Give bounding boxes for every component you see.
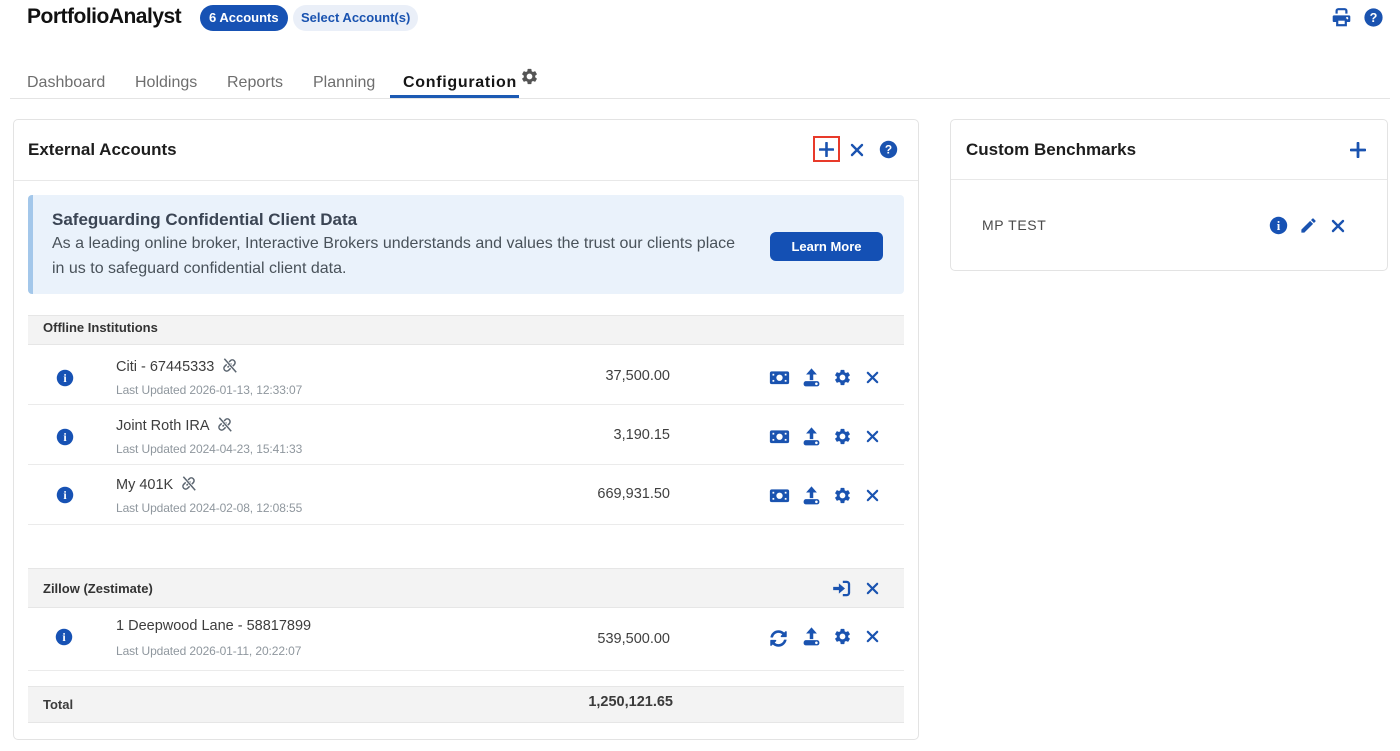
svg-text:?: ? (1370, 11, 1378, 25)
svg-text:?: ? (885, 143, 892, 157)
